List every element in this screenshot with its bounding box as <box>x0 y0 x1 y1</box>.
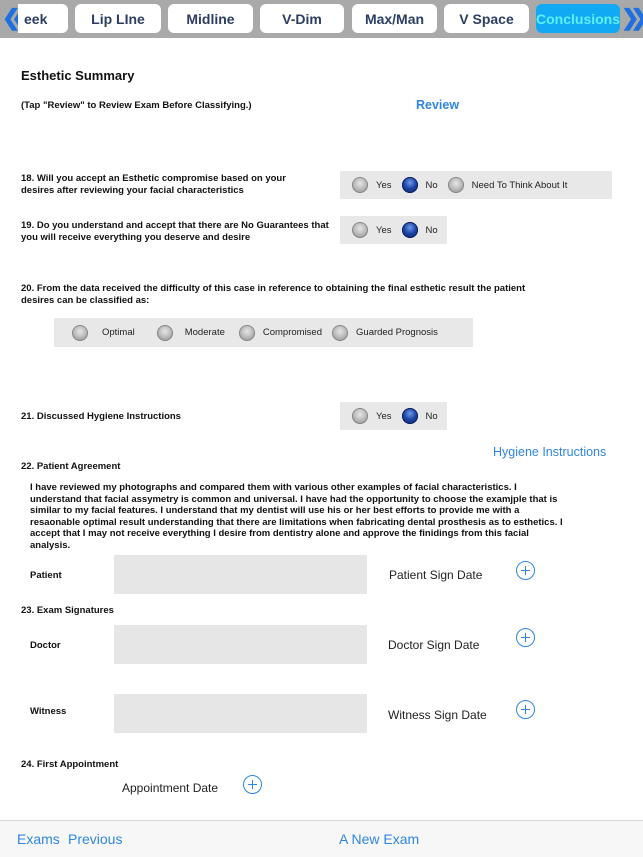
tab-midline[interactable]: Midline <box>168 4 253 33</box>
question-20-text: 20. From the data received the difficult… <box>21 283 526 306</box>
radio-need-to-think[interactable]: Need To Think About It <box>447 177 568 193</box>
previous-button[interactable]: Previous <box>68 831 122 847</box>
tab-cheek[interactable]: eek <box>18 4 68 33</box>
radio-off-icon <box>156 324 173 341</box>
radio-yes[interactable]: Yes <box>352 222 392 238</box>
radio-off-icon <box>332 324 349 341</box>
tab-label: V Space <box>459 10 514 27</box>
radio-label: No <box>425 179 438 191</box>
tab-label: Lip LIne <box>91 10 145 27</box>
radio-off-icon <box>447 177 464 193</box>
tab-label: Max/Man <box>364 10 425 27</box>
add-appointment-date-icon[interactable] <box>243 775 262 794</box>
radio-label: Need To Think About It <box>471 179 568 191</box>
question-21-radio-group: Yes No <box>340 402 447 430</box>
question-22-title: 22. Patient Agreement <box>21 461 121 472</box>
hygiene-instructions-link[interactable]: Hygiene Instructions <box>493 445 606 459</box>
question-23-title: 23. Exam Signatures <box>21 605 114 616</box>
doctor-signature-field[interactable] <box>114 625 367 664</box>
review-button[interactable]: Review <box>416 98 459 112</box>
appointment-date-label: Appointment Date <box>122 781 219 795</box>
radio-off-icon <box>72 324 88 341</box>
tab-v-dim[interactable]: V-Dim <box>260 4 344 33</box>
exams-button[interactable]: Exams <box>17 831 60 847</box>
bottom-toolbar: Exams Previous A New Exam <box>0 820 643 857</box>
radio-off-icon <box>352 177 368 193</box>
doctor-label: Doctor <box>30 640 61 651</box>
radio-on-icon <box>401 408 418 424</box>
patient-sign-date-label: Patient Sign Date <box>389 568 483 582</box>
section-title: Esthetic Summary <box>21 68 135 83</box>
radio-label: No <box>425 224 438 236</box>
tab-label: Midline <box>186 10 235 27</box>
doctor-sign-date-label: Doctor Sign Date <box>388 638 480 652</box>
tab-label: Conclusions <box>536 10 621 27</box>
witness-label: Witness <box>30 706 67 717</box>
radio-yes[interactable]: Yes <box>352 177 392 193</box>
radio-label: Yes <box>376 410 392 422</box>
tab-label: V-Dim <box>282 10 322 27</box>
radio-label: Yes <box>376 224 392 236</box>
radio-label: Yes <box>376 179 392 191</box>
tab-label: eek <box>24 10 48 27</box>
add-patient-date-icon[interactable] <box>516 561 535 580</box>
question-24-title: 24. First Appointment <box>21 759 119 770</box>
add-doctor-date-icon[interactable] <box>516 628 535 647</box>
question-18-radio-group: Yes No Need To Think About It <box>340 171 612 199</box>
radio-off-icon <box>352 408 368 424</box>
tab-v-space[interactable]: V Space <box>444 4 529 33</box>
radio-no[interactable]: No <box>401 177 438 193</box>
radio-guarded-prognosis[interactable]: Guarded Prognosis <box>332 324 438 341</box>
question-21-text: 21. Discussed Hygiene Instructions <box>21 411 181 422</box>
review-instruction: (Tap "Review" to Review Exam Before Clas… <box>21 100 252 111</box>
radio-optimal[interactable]: Optimal <box>72 324 135 341</box>
tab-conclusions[interactable]: Conclusions <box>536 4 620 33</box>
radio-compromised[interactable]: Compromised <box>238 324 323 341</box>
witness-sign-date-label: Witness Sign Date <box>388 708 487 722</box>
radio-label: Optimal <box>102 327 135 338</box>
patient-signature-field[interactable] <box>114 555 367 594</box>
radio-label: Compromised <box>262 327 323 338</box>
question-18-text: 18. Will you accept an Esthetic compromi… <box>21 173 286 196</box>
radio-label: Moderate <box>184 327 225 338</box>
double-chevron-right-icon[interactable]: ❯❯ <box>621 6 643 30</box>
patient-agreement-text: I have reviewed my photographs and compa… <box>30 482 563 551</box>
radio-label: No <box>425 410 438 422</box>
new-exam-button[interactable]: A New Exam <box>339 831 419 847</box>
question-19-text: 19. Do you understand and accept that th… <box>21 220 329 243</box>
radio-no[interactable]: No <box>401 222 438 238</box>
radio-off-icon <box>352 222 368 238</box>
radio-yes[interactable]: Yes <box>352 408 392 424</box>
tab-bar: ❮❮ eek Lip LIne Midline V-Dim Max/Man V … <box>0 0 643 38</box>
radio-label: Guarded Prognosis <box>356 327 438 338</box>
tab-lip-line[interactable]: Lip LIne <box>75 4 161 33</box>
question-19-radio-group: Yes No <box>340 216 447 244</box>
radio-off-icon <box>238 324 255 341</box>
question-20-radio-group: Optimal Moderate Compromised Guarded Pro… <box>54 318 473 347</box>
add-witness-date-icon[interactable] <box>516 700 535 719</box>
patient-label: Patient <box>30 570 62 581</box>
radio-on-icon <box>401 177 418 193</box>
radio-no[interactable]: No <box>401 408 438 424</box>
radio-moderate[interactable]: Moderate <box>156 324 225 341</box>
tab-max-man[interactable]: Max/Man <box>352 4 437 33</box>
radio-on-icon <box>401 222 418 238</box>
witness-signature-field[interactable] <box>114 694 367 733</box>
